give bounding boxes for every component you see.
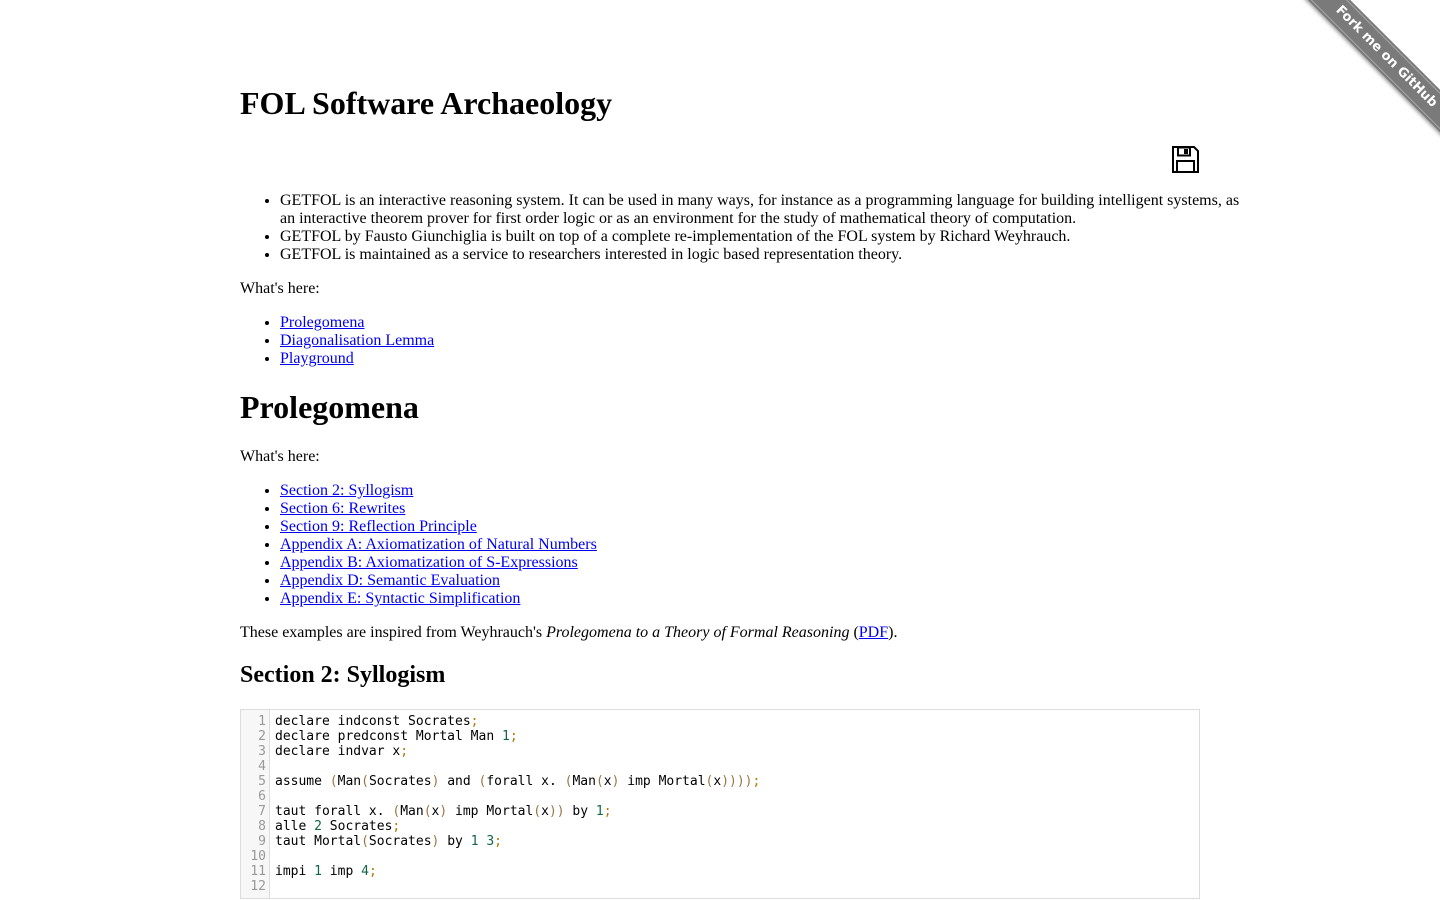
inspired-book-title: Prolegomena to a Theory of Formal Reason… <box>546 624 850 641</box>
code-line: declare indconst Socrates; <box>275 714 479 729</box>
line-number: 12 <box>250 879 266 894</box>
prolegomena-whats-here-label: What's here: <box>240 448 320 465</box>
inspired-close: ). <box>888 624 898 641</box>
section-link-appendix-e[interactable]: Appendix E: Syntactic Simplification <box>280 590 520 607</box>
section-link-reflection-principle[interactable]: Section 9: Reflection Principle <box>280 518 477 535</box>
code-lines[interactable]: declare indconst Socrates; declare predco… <box>275 714 760 894</box>
line-number: 3 <box>258 744 266 759</box>
section-link-syllogism[interactable]: Section 2: Syllogism <box>280 482 413 499</box>
line-number: 10 <box>250 849 266 864</box>
inspired-paragraph: These examples are inspired from Weyhrau… <box>240 624 1200 642</box>
inspired-prefix: These examples are inspired from Weyhrau… <box>240 624 547 641</box>
code-line: declare indvar x; <box>275 744 409 759</box>
github-ribbon-container: Fork me on GitHub <box>1290 0 1440 150</box>
line-number: 11 <box>250 864 266 879</box>
line-number: 2 <box>258 729 266 744</box>
line-number: 4 <box>258 759 266 774</box>
code-line: alle 2 Socrates; <box>275 819 401 834</box>
code-line: impi 1 imp 4; <box>275 864 377 879</box>
toc-link-diagonalisation-lemma[interactable]: Diagonalisation Lemma <box>280 332 434 349</box>
code-editor[interactable]: 1 2 3 4 5 6 7 8 9 10 11 12 declare indconst Socrate… <box>240 709 1200 899</box>
syllogism-heading: Section 2: Syllogism <box>240 662 446 688</box>
toc-list: Prolegomena Diagonalisation Lemma Playgr… <box>240 314 1240 368</box>
page-title: FOL Software Archaeology <box>240 85 613 121</box>
code-line: taut Mortal(Socrates) by 1 3; <box>275 834 502 849</box>
code-line: taut forall x. (Man(x) imp Mortal(x)) by… <box>275 804 612 819</box>
fork-me-ribbon[interactable]: Fork me on GitHub <box>1304 0 1440 139</box>
section-link-rewrites[interactable]: Section 6: Rewrites <box>280 500 405 517</box>
line-number-gutter: 1 2 3 4 5 6 7 8 9 10 11 12 <box>241 710 270 898</box>
line-number: 9 <box>258 834 266 849</box>
inspired-open: ( <box>849 624 859 641</box>
prolegomena-section-list: Section 2: Syllogism Section 6: Rewrites… <box>240 482 1240 608</box>
intro-item: GETFOL by Fausto Giunchiglia is built on… <box>280 228 1240 246</box>
line-number: 1 <box>258 714 266 729</box>
intro-item: GETFOL is maintained as a service to res… <box>280 246 1240 264</box>
floppy-disk-icon[interactable] <box>1171 145 1200 174</box>
section-link-appendix-d[interactable]: Appendix D: Semantic Evaluation <box>280 572 500 589</box>
line-number: 8 <box>258 819 266 834</box>
line-number: 7 <box>258 804 266 819</box>
line-number: 6 <box>258 789 266 804</box>
code-line: declare predconst Mortal Man 1; <box>275 729 518 744</box>
toc-link-playground[interactable]: Playground <box>280 350 354 367</box>
line-number: 5 <box>258 774 266 789</box>
section-link-appendix-b[interactable]: Appendix B: Axiomatization of S-Expressi… <box>280 554 578 571</box>
toc-link-prolegomena[interactable]: Prolegomena <box>280 314 364 331</box>
intro-item: GETFOL is an interactive reasoning syste… <box>280 192 1240 228</box>
whats-here-label: What's here: <box>240 280 320 297</box>
pdf-link[interactable]: PDF <box>859 624 888 641</box>
code-line: assume (Man(Socrates) and (forall x. (Ma… <box>275 774 761 789</box>
section-link-appendix-a[interactable]: Appendix A: Axiomatization of Natural Nu… <box>280 536 597 553</box>
intro-list: GETFOL is an interactive reasoning syste… <box>240 192 1240 264</box>
prolegomena-heading: Prolegomena <box>240 389 419 425</box>
